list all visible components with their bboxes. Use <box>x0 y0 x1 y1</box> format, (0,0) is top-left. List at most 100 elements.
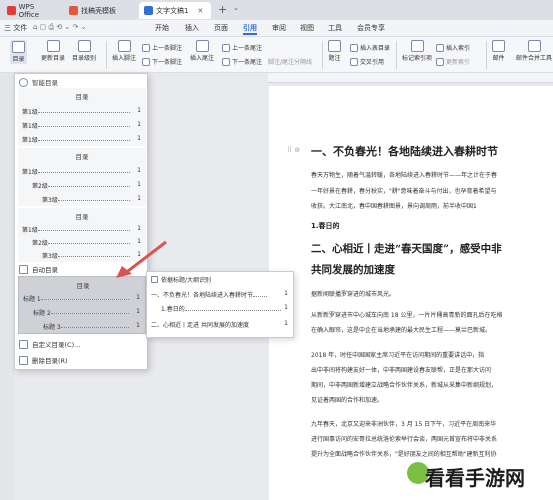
menu-item-member[interactable]: 会员专享 <box>357 23 385 33</box>
next-endnote-label: 下一条尾注 <box>232 59 263 66</box>
caption-label: 题注 <box>328 55 341 62</box>
insert-index-label: 插入索引 <box>446 45 471 52</box>
smart-toc-header: 智能目录 <box>19 77 58 87</box>
mark-index-button[interactable]: 标记索引项 <box>402 40 432 62</box>
toc-page-number: 1 <box>137 121 141 128</box>
next-footnote-button[interactable]: 下一条脚注 <box>142 57 182 66</box>
popup-entry-text: 1.春日的 <box>161 306 185 313</box>
mark-index-label: 标记索引项 <box>402 55 433 62</box>
next-footnote-label: 下一条脚注 <box>152 59 183 66</box>
toc-level-button[interactable]: 目录级别 <box>72 40 96 62</box>
toc-entry-label: 第2级 <box>32 240 48 247</box>
leader-dots <box>60 327 129 328</box>
update-index-icon <box>436 57 444 66</box>
mail-label: 邮件 <box>492 55 505 62</box>
document-page[interactable]: ⠿ ⊕ 一、不负春光！各地陆续进入春耕时节 春天万物生，随着气温转暖，各地陆续进… <box>269 86 553 500</box>
menu-item-reference[interactable]: 引用 <box>243 23 257 35</box>
update-toc-icon <box>46 40 60 52</box>
update-index-label: 更新索引 <box>446 59 471 66</box>
prev-footnote-button[interactable]: 上一条脚注 <box>142 43 182 52</box>
annotation-arrow-icon <box>116 240 167 278</box>
paragraph: 春天万物生，随着气温转暖，各地陆续进入春耕时节——年之计在于春 <box>311 172 498 179</box>
left-ruler <box>0 73 14 500</box>
toc-preview-entry: 第2级 <box>32 181 130 190</box>
insert-endnote-button[interactable]: 插入尾注 <box>190 40 214 62</box>
menu-item-insert[interactable]: 插入 <box>185 23 199 33</box>
update-toc-button[interactable]: 更新目录 <box>41 40 65 62</box>
note-settings-button[interactable]: 脚注/尾注分隔线 <box>268 57 312 66</box>
chevron-down-icon[interactable]: ⌄ <box>233 4 239 12</box>
insert-endnote-label: 插入尾注 <box>190 55 215 62</box>
toc-style-option-2[interactable]: 目录 第1级 1 第2级 1 第3级 1 <box>18 148 146 206</box>
paragraph: 一年好景在春耕，春分秋实，"耕"意味着奋斗与付出，也孕育着希望与 <box>311 188 497 195</box>
toc-preview-entry: 标题 2 <box>33 308 129 317</box>
paragraph: 据新闻联播罗穿进的城市风光。 <box>311 291 396 298</box>
menu-item-tools[interactable]: 工具 <box>328 23 342 33</box>
menu-item-view[interactable]: 视图 <box>300 23 314 33</box>
leader-dots <box>37 126 130 127</box>
paragraph: 从新新罗穿进市中心城车向南 18 公里，一片片桶高青新的面孔后在吃格 <box>311 312 503 319</box>
divider <box>396 41 397 69</box>
leader-dots <box>37 112 130 113</box>
toc-preview-entry: 标题 1 <box>23 294 129 303</box>
toc-style-option-auto[interactable]: 目录 标题 1 1 标题 2 1 标题 3 1 <box>18 276 146 334</box>
delete-toc-menu-item[interactable]: 删除目录(R) <box>19 355 68 365</box>
custom-toc-menu-item[interactable]: 自定义目录(C)... <box>19 339 80 349</box>
tab-label: 文字文稿1 <box>156 6 189 15</box>
toc-level-icon <box>77 40 91 52</box>
next-endnote-button[interactable]: 下一条尾注 <box>222 57 262 66</box>
update-index-button[interactable]: 更新索引 <box>436 57 470 66</box>
popup-entry: 二、心相近丨走进 共同发展的加速度 <box>151 320 249 329</box>
heading-1: 一、不负春光！各地陆续进入春耕时节 <box>311 145 498 158</box>
toc-preview-entry: 第1级 <box>22 135 130 144</box>
toc-button[interactable]: 目录 <box>10 40 27 64</box>
endnote-icon <box>195 40 209 52</box>
tab-document[interactable]: 文字文稿1 ✕ <box>139 2 211 19</box>
file-menu[interactable]: 三 文件 <box>4 23 27 33</box>
paragraph: 见证着两国的合作和加速。 <box>311 397 384 404</box>
heading-3: 1.春日的 <box>311 222 340 230</box>
insert-index-button[interactable]: 插入索引 <box>436 43 470 52</box>
leader-dots <box>37 172 130 173</box>
paragraph: 提升为全面战略合作伙伴关系，"是好朋友之间的相互帮助"建新互利协 <box>311 451 497 458</box>
paragraph: 收获。大江南北，春中国春耕图景，景向调周雨，前半收中国1 <box>311 203 477 210</box>
tab-label: 找稿壳模板 <box>81 6 116 15</box>
leader-dots <box>40 299 129 300</box>
toc-preview-entry: 第1级 <box>22 107 130 116</box>
mail-merge-label: 邮件合并工具 <box>516 55 553 62</box>
prev-footnote-label: 上一条脚注 <box>152 45 183 52</box>
auto-toc-label: 自动目录 <box>32 266 58 274</box>
cross-ref-button[interactable]: 交叉引用 <box>350 57 384 66</box>
toc-preview-entry: 第3级 <box>42 195 130 204</box>
leader-dots <box>253 296 268 297</box>
insert-table-of-figures-button[interactable]: 插入表目录 <box>350 43 390 52</box>
prev-endnote-button[interactable]: 上一条尾注 <box>222 43 262 52</box>
insert-footnote-button[interactable]: 插入脚注 <box>112 40 136 62</box>
mail-merge-button[interactable]: 邮件合并工具 <box>516 40 552 62</box>
horizontal-ruler <box>268 73 553 83</box>
new-tab-button[interactable]: + <box>218 3 227 16</box>
close-icon[interactable]: ✕ <box>197 7 203 15</box>
toc-entry-label: 标题 2 <box>33 310 51 317</box>
popup-page-number: 1 <box>284 290 288 297</box>
tab-template[interactable]: 找稿壳模板 <box>64 2 134 19</box>
menu-item-page[interactable]: 页面 <box>214 23 228 33</box>
document-icon <box>144 6 153 15</box>
menu-item-review[interactable]: 审阅 <box>272 23 286 33</box>
toolbar-icons[interactable]: ⌂ ▢ ⎙ ⟲ ⌄ ↷ ⌄ <box>33 23 86 32</box>
toc-style-option-1[interactable]: 目录 第1级 1 第1级 1 第1级 1 <box>18 88 146 146</box>
delete-toc-icon <box>19 355 28 365</box>
caption-button[interactable]: 题注 <box>328 40 341 62</box>
tab-wps-office[interactable]: WPS Office <box>2 2 60 19</box>
leader-dots <box>47 186 130 187</box>
footnote-icon <box>117 40 131 52</box>
toc-entry-label: 第1级 <box>22 227 38 234</box>
watermark: 看看手游网 <box>425 466 525 490</box>
mail-button[interactable]: 邮件 <box>492 40 505 62</box>
drag-handle-icon[interactable]: ⠿ ⊕ <box>287 146 300 154</box>
toc-page-number: 1 <box>136 294 140 301</box>
toc-page-number: 1 <box>136 322 140 329</box>
paragraph: 2018 年，时任中国国家主席习近平在访问期间的重要讲话中，指 <box>311 352 485 359</box>
menu-item-start[interactable]: 开始 <box>155 23 169 33</box>
popup-entry-text: 二、心相近丨走进 <box>151 322 200 329</box>
